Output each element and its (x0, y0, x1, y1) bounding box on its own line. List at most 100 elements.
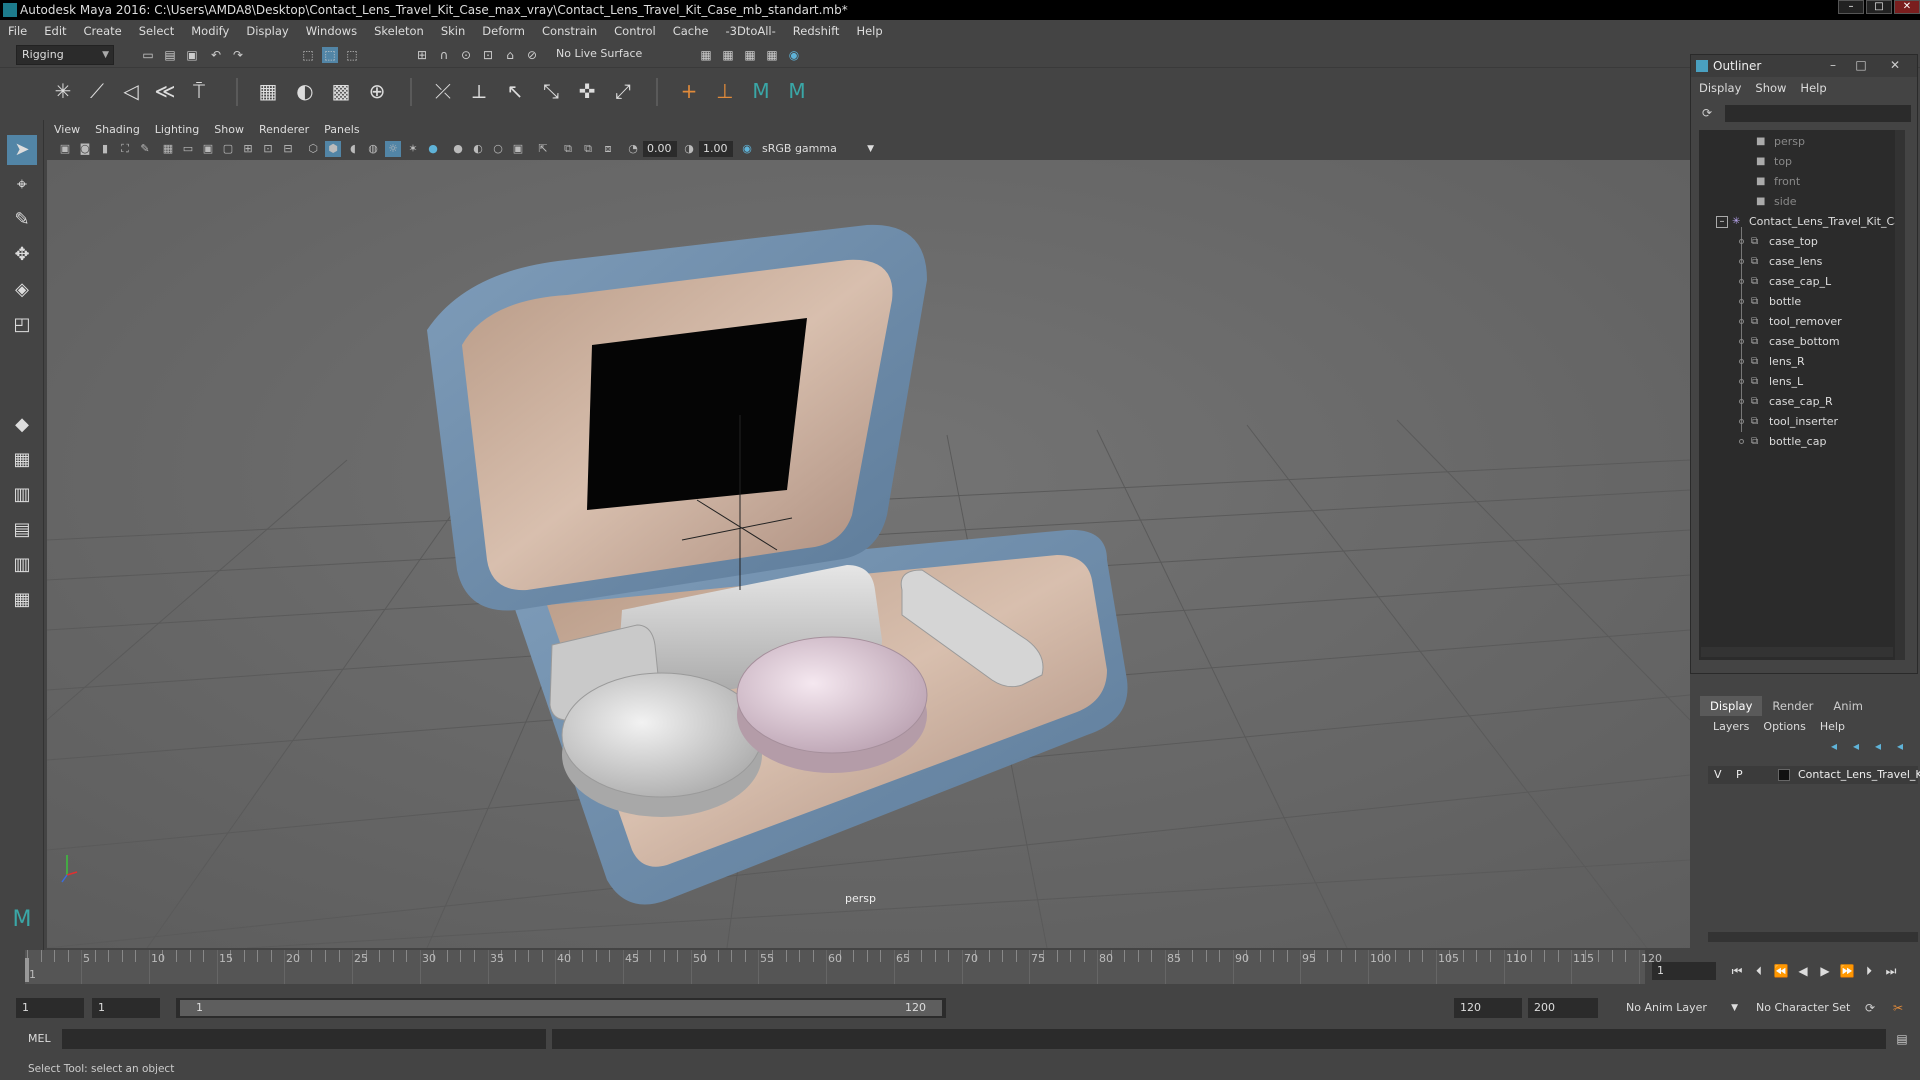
hik-control-icon[interactable]: M (784, 78, 810, 104)
exposure-field[interactable]: 0.00 (643, 141, 677, 157)
two-view-layout-icon[interactable]: ▥ (7, 480, 37, 510)
outliner-menu-show[interactable]: Show (1755, 81, 1786, 95)
lasso-tool-icon[interactable]: ⌖ (7, 170, 37, 200)
render-current-icon[interactable]: ▦ (742, 47, 758, 63)
step-back-frame-icon[interactable]: ⏴ (1750, 962, 1768, 980)
insert-joint-icon[interactable]: ⟋ (84, 78, 110, 104)
menu-help[interactable]: Help (856, 24, 882, 38)
textured-icon[interactable]: ◍ (365, 141, 381, 157)
maximize-button[interactable]: □ (1866, 0, 1892, 14)
image-plane-icon[interactable]: ⛶ (117, 141, 133, 157)
redo-icon[interactable]: ↷ (230, 47, 246, 63)
set-driven-key-icon[interactable]: ⊥ (712, 78, 738, 104)
new-scene-icon[interactable]: ▭ (140, 47, 156, 63)
menu-select[interactable]: Select (139, 24, 174, 38)
menu-control[interactable]: Control (614, 24, 656, 38)
wireframe-on-shaded-icon[interactable]: ◖ (345, 141, 361, 157)
tab-anim[interactable]: Anim (1823, 696, 1873, 716)
paint-select-icon[interactable]: ✎ (7, 205, 37, 235)
gamma-icon[interactable]: ◑ (681, 141, 697, 157)
cluster-icon[interactable]: ⊕ (364, 78, 390, 104)
locator-icon[interactable]: + (676, 78, 702, 104)
layer-menu-help[interactable]: Help (1820, 720, 1845, 733)
script-editor-icon[interactable]: ▤ (1894, 1031, 1910, 1047)
snap-grid-icon[interactable]: ⊞ (414, 47, 430, 63)
outliner-item-persp[interactable]: ■ persp (1699, 132, 1899, 152)
skeleton-tool-icon[interactable]: ⍑ (186, 78, 212, 104)
menu-windows[interactable]: Windows (306, 24, 357, 38)
menu-skeleton[interactable]: Skeleton (374, 24, 424, 38)
point-constraint-icon[interactable]: ⤫ (430, 78, 456, 104)
use-all-lights-icon[interactable]: ☼ (385, 141, 401, 157)
lattice-icon[interactable]: ▩ (328, 78, 354, 104)
single-view-layout-icon[interactable]: ◆ (7, 410, 37, 440)
rotate-tool-icon[interactable]: ◈ (7, 275, 37, 305)
layer-horizontal-scrollbar[interactable] (1708, 932, 1918, 942)
vp-menu-show[interactable]: Show (214, 123, 244, 136)
layer-menu-options[interactable]: Options (1763, 720, 1805, 733)
filter-icon[interactable]: ⟳ (1699, 105, 1715, 121)
resolution-gate-icon[interactable]: ▣ (200, 141, 216, 157)
menu-skin[interactable]: Skin (441, 24, 465, 38)
outliner-item-bottle-cap[interactable]: ⧉ bottle_cap (1699, 432, 1899, 452)
vp-menu-panels[interactable]: Panels (324, 123, 359, 136)
close-button[interactable]: ✕ (1894, 0, 1920, 14)
close-icon[interactable]: ✕ (1887, 57, 1903, 73)
color-management-icon[interactable]: ⧈ (600, 141, 616, 157)
vp-menu-view[interactable]: View (54, 123, 80, 136)
xray-active-icon[interactable]: ⧉ (580, 141, 596, 157)
outliner-item-tool-inserter[interactable]: ⧉ tool_inserter (1699, 412, 1899, 432)
live-surface-field[interactable]: No Live Surface (551, 45, 651, 65)
scale-tool-icon[interactable]: ◰ (7, 310, 37, 340)
hypershade-layout-icon[interactable]: ▦ (7, 585, 37, 615)
bind-skin-icon[interactable]: ▦ (255, 78, 281, 104)
select-object-icon[interactable]: ⬚ (322, 47, 338, 63)
outliner-item-case-bottom[interactable]: ⧉ case_bottom (1699, 332, 1899, 352)
open-scene-icon[interactable]: ▤ (162, 47, 178, 63)
outliner-item-case-lens[interactable]: ⧉ case_lens (1699, 252, 1899, 272)
play-forwards-icon[interactable]: ▶ (1816, 962, 1834, 980)
layer-row[interactable]: V P Contact_Lens_Travel_Ki (1708, 766, 1920, 784)
outliner-item-case-top[interactable]: ⧉ case_top (1699, 232, 1899, 252)
render-settings-icon[interactable]: ▦ (698, 47, 714, 63)
layer-playback-toggle[interactable]: P (1736, 766, 1743, 784)
range-slider[interactable]: 1 120 (176, 998, 946, 1018)
ipr-render-icon[interactable]: ▦ (764, 47, 780, 63)
outliner-item-lens-r[interactable]: ⧉ lens_R (1699, 352, 1899, 372)
gamma-field[interactable]: 1.00 (699, 141, 733, 157)
film-gate-icon[interactable]: ▭ (180, 141, 196, 157)
outliner-vertical-scrollbar[interactable] (1895, 130, 1905, 660)
current-frame-field[interactable]: 1 (1652, 962, 1716, 980)
outliner-horizontal-scrollbar[interactable] (1701, 647, 1893, 657)
outliner-item-root-group[interactable]: – ✳ Contact_Lens_Travel_Kit_Ca (1699, 212, 1901, 232)
collapse-icon[interactable]: – (1716, 216, 1728, 228)
new-layer-icon[interactable]: ◂ (1870, 738, 1886, 754)
colorspace-dropdown[interactable]: sRGB gamma ▼ (758, 141, 878, 157)
command-language-label[interactable]: MEL (28, 1032, 51, 1045)
paint-weights-icon[interactable]: ◐ (292, 78, 318, 104)
start-time-field[interactable]: 1 (16, 998, 84, 1018)
outliner-item-bottle[interactable]: ⧉ bottle (1699, 292, 1899, 312)
layer-visibility-toggle[interactable]: V (1714, 766, 1722, 784)
make-live-icon[interactable]: ⊘ (524, 47, 540, 63)
view-transform-icon[interactable]: ◉ (739, 141, 755, 157)
snap-view-icon[interactable]: ⊡ (480, 47, 496, 63)
isolate-select-icon[interactable]: ⇱ (535, 141, 551, 157)
tab-display[interactable]: Display (1700, 696, 1763, 716)
outliner-menu-help[interactable]: Help (1800, 81, 1826, 95)
character-set-dropdown[interactable]: No Character Set (1750, 998, 1870, 1018)
xray-icon[interactable]: ▣ (510, 141, 526, 157)
menu-modify[interactable]: Modify (191, 24, 229, 38)
select-component-icon[interactable]: ⬚ (344, 47, 360, 63)
maximize-icon[interactable]: □ (1853, 57, 1869, 73)
menu-file[interactable]: File (8, 24, 27, 38)
menu-deform[interactable]: Deform (482, 24, 525, 38)
pole-vector-icon[interactable]: ⤢ (610, 78, 636, 104)
move-layer-down-icon[interactable]: ◂ (1848, 738, 1864, 754)
menu-3dtoall[interactable]: -3DtoAll- (725, 24, 775, 38)
minimize-button[interactable]: – (1838, 0, 1864, 14)
range-slider-handle[interactable]: 1 120 (180, 1000, 942, 1016)
persp-graph-layout-icon[interactable]: ▥ (7, 550, 37, 580)
minimize-icon[interactable]: – (1825, 57, 1841, 73)
gate-mask-icon[interactable]: ▢ (220, 141, 236, 157)
